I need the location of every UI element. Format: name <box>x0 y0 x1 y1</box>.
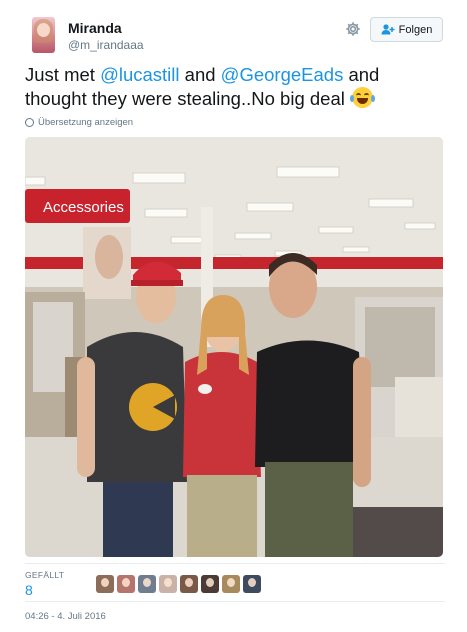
globe-icon <box>25 118 34 127</box>
liker-avatar[interactable] <box>117 575 135 593</box>
liker-avatar[interactable] <box>201 575 219 593</box>
tweet-text: Just met @lucastill and @GeorgeEads and … <box>25 63 445 111</box>
divider <box>25 563 445 564</box>
tweet-timestamp[interactable]: 04:26 - 4. Juli 2016 <box>25 611 106 622</box>
store-photo-illustration: Accessories <box>25 137 443 557</box>
tweet-text-segment: Just met <box>25 64 101 85</box>
user-display-name[interactable]: Miranda <box>68 20 122 36</box>
liker-avatar[interactable] <box>222 575 240 593</box>
liker-avatar[interactable] <box>159 575 177 593</box>
add-user-icon <box>381 24 395 35</box>
tweet-photo[interactable]: Accessories <box>25 137 443 557</box>
liker-avatar[interactable] <box>96 575 114 593</box>
divider <box>25 601 445 602</box>
mention-georgeeads[interactable]: @GeorgeEads <box>221 64 344 85</box>
likes-label: GEFÄLLT <box>25 570 65 580</box>
liker-avatar[interactable] <box>138 575 156 593</box>
user-handle[interactable]: @m_irandaaa <box>68 38 144 52</box>
translate-link[interactable]: Übersetzung anzeigen <box>25 117 133 128</box>
liker-avatar[interactable] <box>180 575 198 593</box>
mention-lucastill[interactable]: @lucastill <box>100 64 179 85</box>
store-sign-text: Accessories <box>43 199 124 216</box>
gear-icon[interactable] <box>345 21 361 37</box>
translate-label: Übersetzung anzeigen <box>38 117 134 128</box>
likes-count[interactable]: 8 <box>25 582 33 598</box>
tears-of-joy-emoji-icon <box>350 87 375 108</box>
follow-button[interactable]: Folgen <box>370 17 443 42</box>
user-avatar[interactable] <box>32 17 55 53</box>
follow-button-label: Folgen <box>398 23 433 36</box>
tweet-text-segment: and <box>179 64 221 85</box>
liker-avatars <box>96 575 261 593</box>
tweet-header: Miranda @m_irandaaa Folgen <box>26 14 446 56</box>
liker-avatar[interactable] <box>243 575 261 593</box>
